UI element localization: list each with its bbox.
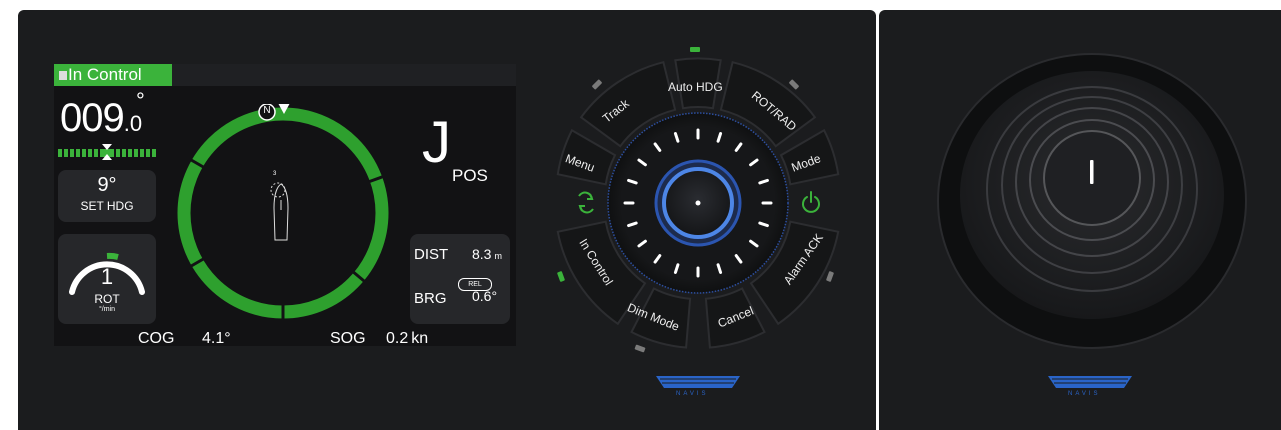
sog-value: 0.2 kn — [386, 330, 428, 348]
joystick-indicator-icon — [1090, 160, 1094, 184]
dist-label: DIST — [414, 246, 449, 263]
mode-label: POS — [452, 166, 488, 185]
brg-value: 0.6° — [472, 288, 498, 304]
dist-value: 8.3 m — [472, 246, 502, 262]
joystick-navis-logo — [1048, 376, 1132, 388]
heading-deviation-bar — [58, 144, 156, 160]
sog-unit: kn — [411, 330, 429, 347]
cog-value: 4.1° — [202, 330, 231, 347]
navis-logo — [656, 376, 740, 388]
compass-ring — [177, 104, 389, 319]
heading-readout: 009.0 ° — [60, 88, 145, 140]
rot-tile: 1 ROT °/min — [58, 234, 156, 324]
brand-label: NAVIS — [676, 391, 709, 397]
heading-knob[interactable] — [654, 159, 742, 247]
cog-label: COG — [138, 330, 175, 347]
status-label: In Control — [68, 65, 142, 84]
target-info-tile: DIST 8.3 m BRG REL 0.6° — [410, 234, 510, 324]
vessel-marker-label: 3 — [273, 171, 277, 177]
power-icon — [802, 191, 820, 213]
dist-unit: m — [494, 251, 502, 261]
status-indicator-icon — [59, 71, 67, 80]
set-heading-label: SET HDG — [80, 199, 134, 213]
set-heading-tile[interactable]: 9° SET HDG — [58, 170, 156, 222]
rot-label: ROT — [94, 292, 120, 306]
dist-number: 8.3 — [472, 246, 492, 262]
joystick[interactable] — [936, 52, 1248, 350]
sog-number: 0.2 — [386, 330, 409, 347]
auto-hdg-label: Auto HDG — [668, 80, 723, 94]
compass-north-label: N — [263, 105, 271, 116]
in-control-status: In Control — [54, 64, 172, 86]
set-heading-value: 9° — [97, 174, 117, 196]
mode-letter: J — [422, 110, 451, 175]
status-bar: In Control — [54, 64, 516, 86]
joystick-brand-label: NAVIS — [1068, 391, 1101, 397]
vessel-icon — [270, 182, 289, 241]
heading-degree-symbol: ° — [136, 88, 145, 113]
brg-label: BRG — [414, 290, 447, 307]
rot-unit: °/min — [98, 306, 116, 313]
auto-hdg-led — [690, 47, 700, 52]
heading-value: 009 — [60, 96, 125, 140]
display-screen: In Control 009.0 ° 9° SET HDG 1 ROT °/mi… — [54, 64, 516, 346]
refresh-icon — [578, 191, 594, 214]
heading-decimal: .0 — [123, 111, 143, 136]
rot-value: 1 — [100, 264, 114, 289]
sog-label: SOG — [330, 330, 366, 347]
